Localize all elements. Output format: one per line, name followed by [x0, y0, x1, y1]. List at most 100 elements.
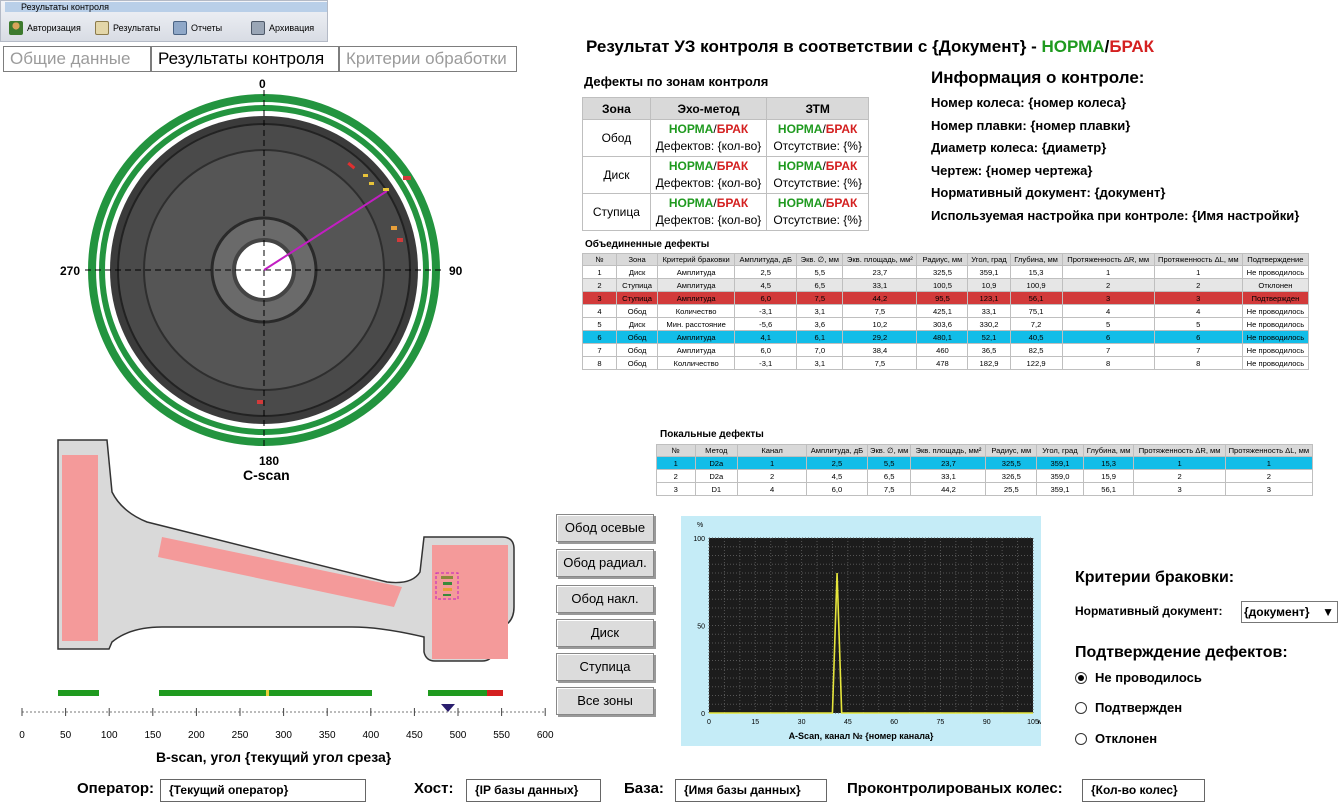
local-cell: 2 [1133, 469, 1226, 483]
window-title: Результаты контроля [5, 2, 327, 12]
combined-cell: 6 [581, 330, 618, 344]
archive-button[interactable]: Архивация [251, 17, 314, 39]
combined-cell: Обод [616, 330, 659, 344]
local-cell: 1 [1224, 456, 1314, 470]
local-cell: 1 [656, 456, 696, 470]
zone-verdict: НОРМА/БРАК [767, 158, 868, 175]
combined-row[interactable]: 7 Обод Амплитуда 6,0 7,0 38,4 460 36,5 82,5 7 7 Не … [581, 343, 1310, 357]
defect-marker [441, 576, 453, 579]
position-marker-icon[interactable] [441, 704, 455, 712]
combined-row[interactable]: 6 Обод Амплитуда 4,1 6,1 29,2 480,1 52,1 40,5 6 6 Н… [581, 330, 1310, 344]
clipboard-icon [95, 21, 109, 35]
zone-echo-value: Дефектов: {кол-во} [655, 139, 762, 153]
combined-cell: 29,2 [842, 330, 918, 344]
combined-row[interactable]: 1 Диск Амплитуда 2,5 5,5 23,7 325,5 359,1 15,3 1 1… [581, 265, 1310, 279]
local-cell: 2 [656, 469, 696, 483]
combined-row[interactable]: 3 Ступица Амплитуда 6,0 7,5 44,2 95,5 123,1 56,1… [581, 291, 1310, 305]
reports-button[interactable]: Отчеты [173, 17, 222, 39]
combined-cell: Обод [616, 343, 659, 357]
archive-icon [251, 21, 265, 35]
combined-cell: 182,9 [967, 356, 1011, 370]
combined-row[interactable]: 8 Обод Колличество -3,1 3,1 7,5 478 182,9 122,9 8… [581, 356, 1310, 370]
local-cell: 359,1 [1036, 456, 1084, 470]
confirm-option[interactable]: Не проводилось [1075, 670, 1202, 685]
zone-button[interactable]: Обод осевые [556, 514, 654, 542]
radio-icon[interactable] [1075, 671, 1087, 684]
info-line: Номер плавки: {номер плавки} [931, 117, 1131, 133]
combined-cell: 7 [1153, 343, 1243, 357]
combined-cell: 3,1 [796, 304, 844, 318]
ruler-tick-label: 100 [101, 730, 118, 741]
combined-col-header: Угол, град [967, 253, 1011, 266]
zone-button[interactable]: Ступица [556, 653, 654, 681]
combined-cell: 4,1 [734, 330, 798, 344]
combined-row[interactable]: 5 Диск Мин. расстояние -5,6 3,6 10,2 303,6 330,… [581, 317, 1310, 331]
combined-cell: Амплитуда [657, 291, 736, 305]
defect-marker [369, 182, 374, 185]
local-col-header: Глубина, мм [1082, 444, 1135, 457]
zone-button[interactable]: Обод радиал. [556, 549, 654, 577]
verdict-ok: НОРМА [777, 122, 823, 136]
db-field[interactable]: {Имя базы данных} [675, 779, 827, 802]
zone-button[interactable]: Все зоны [556, 687, 654, 715]
combined-col-header: Подтверждение [1241, 253, 1310, 266]
ruler-tick-label: 150 [144, 730, 161, 741]
ruler-tick-label: 50 [60, 730, 72, 741]
confirm-title: Подтверждение дефектов: [1075, 644, 1288, 661]
combined-cell: 33,1 [842, 278, 918, 292]
combined-cell: 303,6 [916, 317, 969, 331]
auth-button[interactable]: Авторизация [9, 17, 81, 39]
radio-icon[interactable] [1075, 701, 1087, 714]
confirm-option[interactable]: Отклонен [1075, 731, 1157, 746]
criteria-doc-select[interactable]: {документ} ▼ [1241, 601, 1338, 623]
zone-echo-cell: НОРМА/БРАК Дефектов: {кол-во} [649, 156, 768, 194]
local-cell: 7,5 [866, 482, 912, 496]
combined-col-header: № [581, 253, 618, 266]
combined-col-header: Экв. ∅, мм [796, 253, 844, 266]
local-cell: D2a [694, 456, 739, 470]
ruler-tick-label: 350 [319, 730, 336, 741]
cscan-view[interactable] [85, 78, 445, 478]
ruler-tick-label: 600 [537, 730, 554, 741]
local-col-header: Амплитуда, дБ [806, 444, 868, 457]
local-row[interactable]: 2 D2a 2 4,5 6,5 33,1 326,5 359,0 15,9 2 2 [656, 469, 1314, 483]
local-row[interactable]: 3 D1 4 6,0 7,5 44,2 25,5 359,1 56,1 3 3 [656, 482, 1314, 496]
operator-field[interactable]: {Текущий оператор} [160, 779, 366, 802]
criteria-doc-value: {документ} [1244, 605, 1310, 619]
local-row[interactable]: 1 D2a 1 2,5 5,5 23,7 325,5 359,1 15,3 1 1 [656, 456, 1314, 470]
radio-icon[interactable] [1075, 732, 1087, 745]
ruler-tick-label: 300 [275, 730, 292, 741]
tab-general[interactable]: Общие данные [3, 46, 151, 72]
zones-col-ztm: ЗТМ [766, 97, 869, 120]
tab-bar: Общие данные Результаты контроля Критери… [3, 46, 517, 72]
tab-criteria[interactable]: Критерии обработки [339, 46, 517, 72]
local-cell: 56,1 [1082, 482, 1135, 496]
zone-ztm-cell: НОРМА/БРАК Отсутствие: {%} [766, 119, 869, 157]
host-field[interactable]: {IP базы данных} [466, 779, 601, 802]
zone-button[interactable]: Обод накл. [556, 585, 654, 613]
count-field[interactable]: {Кол-во колес} [1082, 779, 1205, 802]
combined-cell: 6 [1061, 330, 1155, 344]
local-col-header: Метод [694, 444, 739, 457]
combined-cell: Ступица [616, 278, 659, 292]
verdict-ok: НОРМА [668, 196, 714, 210]
defect-marker [257, 400, 263, 404]
bscan-view[interactable] [52, 437, 532, 667]
results-button[interactable]: Результаты [95, 17, 160, 39]
combined-cell: Не проводилось [1241, 356, 1310, 370]
result-heading-text: Результат УЗ контроля в соответствии с {… [586, 37, 1037, 56]
ascan-chart[interactable]: 0153045607590105100500%ммA-Scan, канал №… [681, 516, 1041, 746]
zone-bar [428, 690, 487, 696]
combined-row[interactable]: 4 Обод Количество -3,1 3,1 7,5 425,1 33,1 75,1 4 4… [581, 304, 1310, 318]
combined-row[interactable]: 2 Ступица Амплитуда 4,5 6,5 33,1 100,5 10,9 100,… [581, 278, 1310, 292]
defect-marker [443, 582, 452, 585]
confirm-option[interactable]: Подтвержден [1075, 700, 1182, 715]
combined-cell: 5 [581, 317, 618, 331]
tab-results[interactable]: Результаты контроля [151, 46, 339, 72]
verdict-bad: БРАК [825, 159, 858, 173]
zones-title: Дефекты по зонам контроля [584, 74, 769, 89]
local-cell: 2,5 [806, 456, 868, 470]
local-cell: 4 [737, 482, 808, 496]
zone-button[interactable]: Диск [556, 619, 654, 647]
ruler-tick-label: 550 [493, 730, 510, 741]
